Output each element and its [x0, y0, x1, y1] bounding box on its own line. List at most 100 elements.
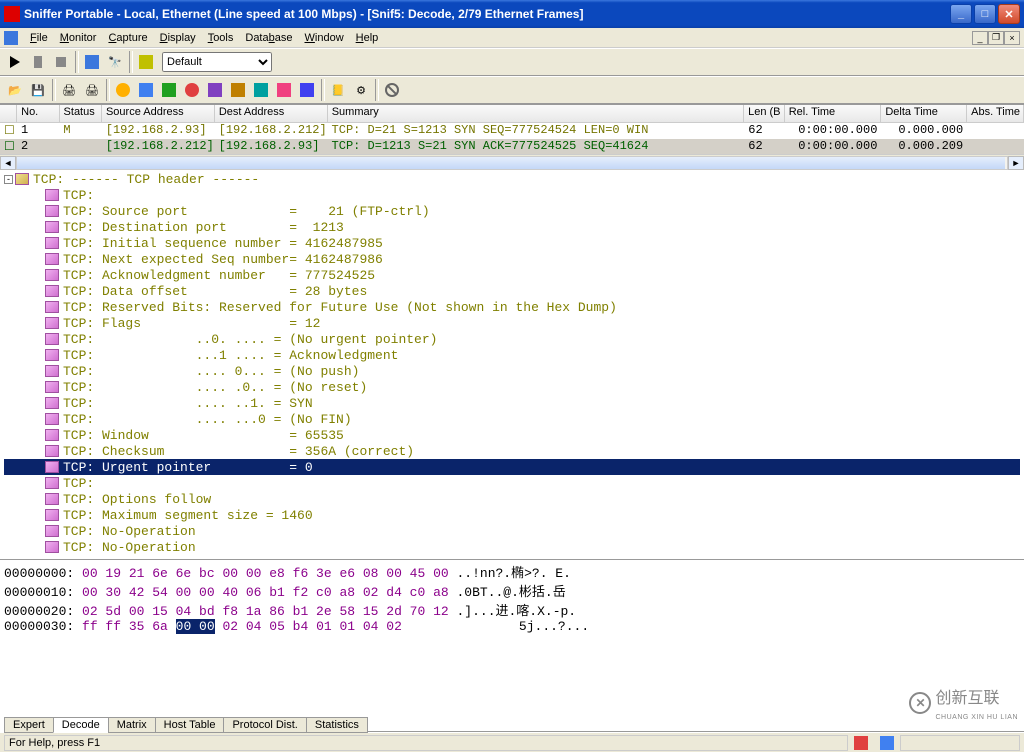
- switch-button[interactable]: [296, 79, 318, 101]
- settings-button[interactable]: ⚙: [350, 79, 372, 101]
- packet-row[interactable]: ☐2[192.168.2.212][192.168.2.93]TCP: D=12…: [0, 139, 1024, 154]
- mdi-restore-button[interactable]: ❐: [988, 31, 1004, 45]
- col-src[interactable]: Source Address: [102, 105, 215, 122]
- mdi-close-button[interactable]: ×: [1004, 31, 1020, 45]
- menu-capture[interactable]: Capture: [102, 32, 153, 44]
- decode-line[interactable]: TCP: Data offset = 28 bytes: [4, 283, 1020, 299]
- decode-line[interactable]: TCP: .... ..1. = SYN: [4, 395, 1020, 411]
- stop-button[interactable]: [50, 51, 72, 73]
- menu-display[interactable]: Display: [154, 32, 202, 44]
- dashboard-button[interactable]: [112, 79, 134, 101]
- decode-line[interactable]: TCP: Flags = 12: [4, 315, 1020, 331]
- menu-tools[interactable]: Tools: [202, 32, 240, 44]
- decode-line[interactable]: TCP: Acknowledgment number = 777524525: [4, 267, 1020, 283]
- decode-line[interactable]: TCP: Initial sequence number = 416248798…: [4, 235, 1020, 251]
- define-filter-button[interactable]: [135, 51, 157, 73]
- hex-line[interactable]: 00000010: 00 30 42 54 00 00 40 06 b1 f2 …: [4, 581, 1020, 600]
- field-icon: [45, 253, 59, 265]
- col-summary[interactable]: Summary: [328, 105, 744, 122]
- matrix-button[interactable]: [158, 79, 180, 101]
- packet-list-scrollbar[interactable]: ◄ ►: [0, 154, 1024, 170]
- decode-line[interactable]: TCP: .... 0... = (No push): [4, 363, 1020, 379]
- col-status[interactable]: Status: [60, 105, 102, 122]
- menu-file[interactable]: File: [24, 32, 54, 44]
- menu-monitor[interactable]: Monitor: [54, 32, 103, 44]
- history-button[interactable]: [227, 79, 249, 101]
- decode-line[interactable]: -TCP: ------ TCP header ------: [4, 171, 1020, 187]
- hex-line[interactable]: 00000020: 02 5d 00 15 04 bd f8 1a 86 b1 …: [4, 600, 1020, 619]
- binoculars-button[interactable]: 🔭: [104, 51, 126, 73]
- app-icon: [4, 6, 20, 22]
- play-button[interactable]: [4, 51, 26, 73]
- hex-line[interactable]: 00000000: 00 19 21 6e 6e bc 00 00 e8 f6 …: [4, 562, 1020, 581]
- art-button[interactable]: [181, 79, 203, 101]
- protocol-button[interactable]: [204, 79, 226, 101]
- packet-rows[interactable]: ☐1M[192.168.2.93][192.168.2.212]TCP: D=2…: [0, 123, 1024, 154]
- decode-line[interactable]: TCP: Maximum segment size = 1460: [4, 507, 1020, 523]
- col-dst[interactable]: Dest Address: [215, 105, 328, 122]
- decode-line[interactable]: TCP: Destination port = 1213: [4, 219, 1020, 235]
- tab-statistics[interactable]: Statistics: [306, 717, 368, 733]
- hex-line[interactable]: 00000030: ff ff 35 6a 00 00 02 04 05 b4 …: [4, 619, 1020, 634]
- packet-row[interactable]: ☐1M[192.168.2.93][192.168.2.212]TCP: D=2…: [0, 123, 1024, 139]
- hex-pane[interactable]: 00000000: 00 19 21 6e 6e bc 00 00 e8 f6 …: [0, 560, 1024, 636]
- tab-expert[interactable]: Expert: [4, 717, 54, 733]
- hosts-button[interactable]: [135, 79, 157, 101]
- cancel-button[interactable]: [381, 79, 403, 101]
- decode-line[interactable]: TCP: No-Operation: [4, 523, 1020, 539]
- decode-line[interactable]: TCP: No-Operation: [4, 539, 1020, 555]
- decode-line[interactable]: TCP: ...1 .... = Acknowledgment: [4, 347, 1020, 363]
- twist-icon[interactable]: -: [4, 175, 13, 184]
- scroll-thumb[interactable]: [17, 157, 1005, 169]
- col-delta[interactable]: Delta Time: [881, 105, 967, 122]
- profile-dropdown[interactable]: Default: [162, 52, 272, 72]
- decode-pane[interactable]: -TCP: ------ TCP header ------TCP:TCP: S…: [0, 170, 1024, 560]
- minimize-button[interactable]: _: [950, 4, 972, 24]
- printers-button[interactable]: 🖨: [81, 79, 103, 101]
- scroll-left-button[interactable]: ◄: [0, 156, 16, 170]
- pause-button[interactable]: [27, 51, 49, 73]
- decode-line[interactable]: TCP: .... .0.. = (No reset): [4, 379, 1020, 395]
- decode-line[interactable]: TCP: Reserved Bits: Reserved for Future …: [4, 299, 1020, 315]
- tab-decode[interactable]: Decode: [53, 717, 109, 733]
- tab-protocol-dist[interactable]: Protocol Dist.: [223, 717, 306, 733]
- maximize-button[interactable]: □: [974, 4, 996, 24]
- col-abs[interactable]: Abs. Time: [967, 105, 1024, 122]
- save-button[interactable]: 💾: [27, 79, 49, 101]
- menu-help[interactable]: Help: [350, 32, 385, 44]
- decode-line[interactable]: TCP:: [4, 187, 1020, 203]
- status-icon-2: [880, 736, 894, 750]
- field-icon: [45, 477, 59, 489]
- menu-database[interactable]: Database: [239, 32, 298, 44]
- tab-matrix[interactable]: Matrix: [108, 717, 156, 733]
- decode-line[interactable]: TCP: Checksum = 356A (correct): [4, 443, 1020, 459]
- scroll-right-button[interactable]: ►: [1008, 156, 1024, 170]
- col-flag[interactable]: [0, 105, 17, 122]
- addrbook-button[interactable]: 📒: [327, 79, 349, 101]
- mdi-minimize-button[interactable]: _: [972, 31, 988, 45]
- col-len[interactable]: Len (B: [744, 105, 785, 122]
- field-icon: [45, 237, 59, 249]
- decode-line[interactable]: TCP: Source port = 21 (FTP-ctrl): [4, 203, 1020, 219]
- tab-host-table[interactable]: Host Table: [155, 717, 225, 733]
- decode-line[interactable]: TCP:: [4, 475, 1020, 491]
- field-icon: [45, 429, 59, 441]
- decode-line[interactable]: TCP: Urgent pointer = 0: [4, 459, 1020, 475]
- capture-settings-button[interactable]: [81, 51, 103, 73]
- open-button[interactable]: 📂: [4, 79, 26, 101]
- global-button[interactable]: [250, 79, 272, 101]
- decode-line[interactable]: TCP: .... ...0 = (No FIN): [4, 411, 1020, 427]
- decode-line[interactable]: TCP: ..0. .... = (No urgent pointer): [4, 331, 1020, 347]
- decode-line[interactable]: TCP: Options follow: [4, 491, 1020, 507]
- field-icon: [45, 269, 59, 281]
- decode-line[interactable]: TCP: Window = 65535: [4, 427, 1020, 443]
- watermark: ✕ 创新互联CHUANG XIN HU LIAN: [909, 684, 1018, 722]
- view-tabs: Expert Decode Matrix Host Table Protocol…: [0, 712, 1024, 732]
- alarm-button[interactable]: [273, 79, 295, 101]
- col-rel[interactable]: Rel. Time: [785, 105, 882, 122]
- menu-window[interactable]: Window: [299, 32, 350, 44]
- col-no[interactable]: No.: [17, 105, 59, 122]
- decode-line[interactable]: TCP: Next expected Seq number= 416248798…: [4, 251, 1020, 267]
- print-button[interactable]: 🖨: [58, 79, 80, 101]
- close-button[interactable]: ✕: [998, 4, 1020, 24]
